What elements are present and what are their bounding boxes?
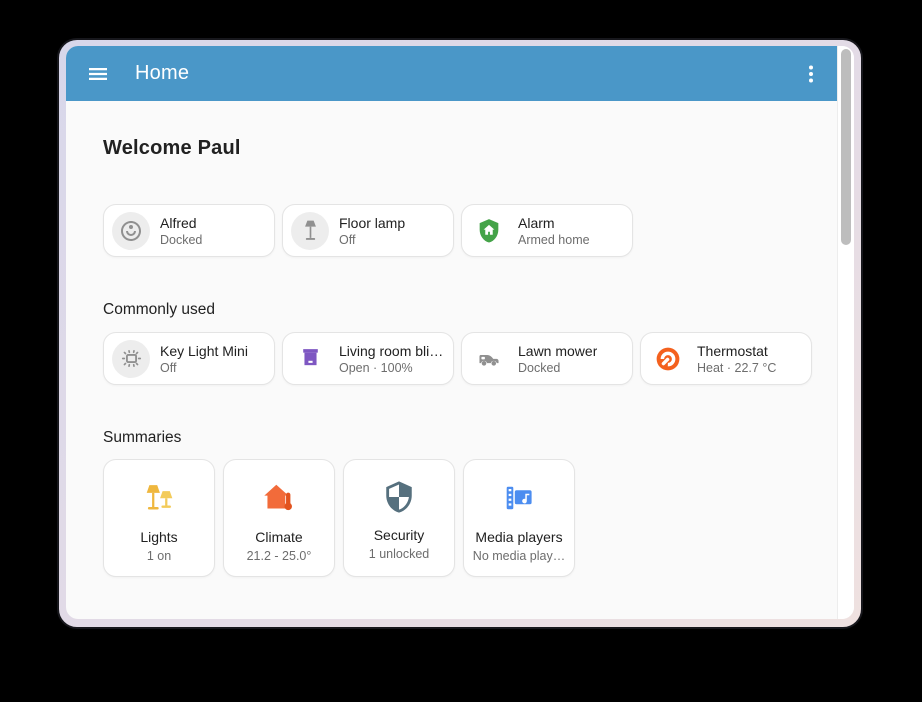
dashboard-content: Welcome Paul Alfred Docked [66, 101, 854, 577]
summary-card-lights[interactable]: Lights 1 on [103, 459, 215, 577]
card-status: Heat · 22.7 °C [697, 361, 776, 375]
summary-status: 1 unlocked [369, 547, 429, 561]
section-label-commonly-used: Commonly used [103, 301, 817, 319]
thermostat-dial-icon [649, 340, 687, 378]
lawn-mower-icon [470, 340, 508, 378]
card-status: Off [160, 361, 248, 375]
card-lawn-mower[interactable]: Lawn mower Docked [461, 332, 633, 385]
scrollbar-thumb[interactable] [841, 49, 851, 245]
section-label-summaries: Summaries [103, 429, 817, 447]
card-texts: Alfred Docked [160, 215, 202, 247]
summary-card-security[interactable]: Security 1 unlocked [343, 459, 455, 577]
summary-status: 1 on [147, 549, 171, 563]
summary-title: Lights [140, 529, 177, 545]
card-title: Alfred [160, 215, 202, 231]
summary-status: 21.2 - 25.0° [247, 549, 312, 563]
card-texts: Alarm Armed home [518, 215, 590, 247]
app-bar: Home [66, 46, 837, 101]
greeting-heading: Welcome Paul [103, 137, 817, 160]
media-player-icon [501, 480, 537, 516]
card-alfred[interactable]: Alfred Docked [103, 204, 275, 257]
window-blind-icon [291, 340, 329, 378]
card-status: Open · 100% [339, 361, 443, 375]
card-title: Key Light Mini [160, 343, 248, 359]
summary-title: Media players [475, 529, 562, 545]
card-title: Lawn mower [518, 343, 597, 359]
shield-home-icon [470, 212, 508, 250]
summary-card-climate[interactable]: Climate 21.2 - 25.0° [223, 459, 335, 577]
card-key-light-mini[interactable]: Key Light Mini Off [103, 332, 275, 385]
scrollbar-track[interactable] [837, 46, 854, 619]
card-title: Living room bli… [339, 343, 443, 359]
card-status: Docked [518, 361, 597, 375]
card-texts: Lawn mower Docked [518, 343, 597, 375]
summary-title: Security [374, 527, 425, 543]
card-thermostat[interactable]: Thermostat Heat · 22.7 °C [640, 332, 812, 385]
home-assistant-screen: Home Welcome Paul Alfred Docked [66, 46, 854, 619]
commonly-used-row: Key Light Mini Off Living room bli… Open… [103, 332, 817, 385]
summary-card-media-players[interactable]: Media players No media play… [463, 459, 575, 577]
card-title: Thermostat [697, 343, 776, 359]
tablet-frame: Home Welcome Paul Alfred Docked [57, 38, 863, 629]
dots-vertical-icon[interactable] [799, 62, 823, 86]
card-texts: Key Light Mini Off [160, 343, 248, 375]
card-status: Off [339, 233, 405, 247]
card-texts: Living room bli… Open · 100% [339, 343, 443, 375]
card-texts: Floor lamp Off [339, 215, 405, 247]
home-thermometer-icon [261, 480, 297, 516]
lamps-icon [141, 480, 177, 516]
summary-title: Climate [255, 529, 302, 545]
card-living-room-blinds[interactable]: Living room bli… Open · 100% [282, 332, 454, 385]
card-floor-lamp[interactable]: Floor lamp Off [282, 204, 454, 257]
quick-access-row: Alfred Docked Floor lamp Off [103, 204, 817, 257]
hamburger-menu-icon[interactable] [86, 62, 110, 86]
card-title: Alarm [518, 215, 590, 231]
card-status: Armed home [518, 233, 590, 247]
card-texts: Thermostat Heat · 22.7 °C [697, 343, 776, 375]
summaries-row: Lights 1 on Climate 21.2 - 25.0° Securit… [103, 459, 817, 577]
page-title: Home [135, 62, 189, 85]
robot-vacuum-icon [112, 212, 150, 250]
card-title: Floor lamp [339, 215, 405, 231]
card-alarm[interactable]: Alarm Armed home [461, 204, 633, 257]
card-status: Docked [160, 233, 202, 247]
summary-status: No media play… [473, 549, 565, 563]
floor-lamp-icon [291, 212, 329, 250]
light-panel-icon [112, 340, 150, 378]
shield-quadrant-icon [382, 480, 416, 514]
